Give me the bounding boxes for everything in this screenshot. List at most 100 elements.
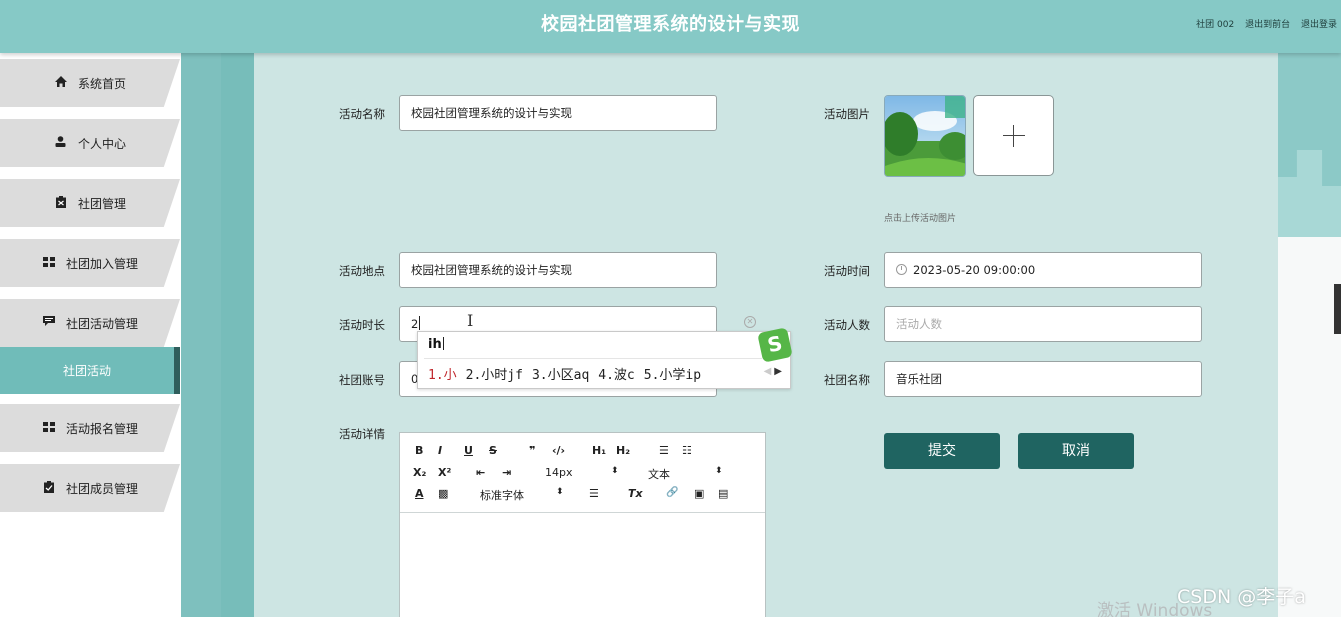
- ime-candidate-popup: ih S 1.小 2.小时jf 3.小区aq 4.波c 5.小学ip ◀ ▶: [417, 327, 793, 389]
- link-icon[interactable]: 🔗: [666, 487, 678, 498]
- sidebar-item-activity-signup-management[interactable]: 活动报名管理: [0, 404, 180, 452]
- heading1-icon[interactable]: H₁: [592, 444, 606, 457]
- activity-image-label: 活动图片: [824, 107, 870, 121]
- activity-place-label: 活动地点: [339, 264, 385, 278]
- clear-format-icon[interactable]: Tx: [628, 487, 643, 500]
- header-links: 社团 002 退出到前台 退出登录: [1188, 17, 1337, 30]
- csdn-watermark: CSDN @李子a: [1177, 586, 1306, 608]
- chevron-updown-icon[interactable]: ⬍: [556, 487, 564, 497]
- editor-toolbar: B I U S ❞ ‹/› H₁ H₂ ☰ ☷ X₂ X² ⇤ ⇥ 14px ⬍…: [400, 433, 765, 513]
- cancel-button[interactable]: 取消: [1018, 433, 1134, 469]
- ime-composition: ih: [428, 337, 444, 352]
- ime-prev-icon: ◀: [763, 366, 772, 377]
- background-color-icon[interactable]: ▩: [438, 487, 448, 500]
- activity-detail-label: 活动详情: [339, 427, 385, 441]
- submit-button[interactable]: 提交: [884, 433, 1000, 469]
- club-name-input[interactable]: 音乐社团: [884, 361, 1202, 397]
- sidebar-item-label: 社团管理: [77, 196, 126, 211]
- sidebar-item-label: 个人中心: [77, 136, 126, 151]
- heading2-icon[interactable]: H₂: [616, 444, 630, 457]
- sogou-logo-icon: S: [757, 327, 793, 363]
- grid-icon: [42, 256, 56, 270]
- clipboard-icon: [54, 195, 68, 211]
- sidebar-item-personal-center[interactable]: 个人中心: [0, 119, 180, 167]
- sidebar-item-label: 活动报名管理: [65, 421, 138, 436]
- ime-candidate[interactable]: 1.小: [428, 368, 457, 383]
- chevron-updown-icon[interactable]: ⬍: [715, 466, 723, 476]
- participant-count-label: 活动人数: [824, 318, 870, 332]
- clipboard-check-icon: [42, 480, 56, 496]
- logout-link[interactable]: 退出登录: [1301, 20, 1337, 30]
- activity-duration-label: 活动时长: [339, 318, 385, 332]
- ime-candidate-list: 1.小 2.小时jf 3.小区aq 4.波c 5.小学ip: [428, 364, 710, 383]
- plus-icon: [1002, 124, 1025, 147]
- decorative-band: [181, 53, 221, 617]
- ime-page-arrows[interactable]: ◀ ▶: [764, 366, 782, 377]
- sidebar-item-label: 社团活动: [62, 364, 111, 378]
- outdent-icon[interactable]: ⇤: [476, 466, 485, 479]
- ordered-list-icon[interactable]: ☰: [659, 444, 669, 457]
- bold-icon[interactable]: B: [415, 444, 423, 457]
- sidebar: 系统首页 个人中心 社团管理 社团加入管理 社团活动管理 社团活动 活动报名管理: [0, 53, 180, 617]
- top-header: 校园社团管理系统的设计与实现 社团 002 退出到前台 退出登录: [0, 0, 1341, 53]
- sidebar-item-club-activity-management[interactable]: 社团活动管理: [0, 299, 180, 347]
- font-size-select[interactable]: 14px: [545, 466, 573, 479]
- sidebar-item-label: 系统首页: [77, 76, 126, 91]
- decorative-band: [221, 53, 254, 617]
- activity-time-value: 2023-05-20 09:00:00: [913, 263, 1036, 277]
- clock-icon: [896, 264, 907, 275]
- sidebar-item-label: 社团成员管理: [65, 481, 138, 496]
- activity-image-thumbnail[interactable]: [884, 95, 966, 177]
- ime-candidate[interactable]: 3.小区aq: [532, 368, 589, 383]
- ime-next-icon: ▶: [774, 366, 782, 377]
- upload-hint-text: 点击上传活动图片: [884, 214, 957, 224]
- activity-name-input[interactable]: 校园社团管理系统的设计与实现: [399, 95, 717, 131]
- current-user: 社团 002: [1196, 20, 1235, 30]
- sidebar-item-home[interactable]: 系统首页: [0, 59, 180, 107]
- superscript-icon[interactable]: X²: [438, 466, 451, 479]
- image-icon[interactable]: ▣: [694, 487, 704, 500]
- text-type-select[interactable]: 文本: [648, 466, 670, 482]
- font-family-select[interactable]: 标准字体: [480, 487, 524, 503]
- rich-text-editor[interactable]: B I U S ❞ ‹/› H₁ H₂ ☰ ☷ X₂ X² ⇤ ⇥ 14px ⬍…: [399, 432, 766, 617]
- scrollbar-thumb[interactable]: [1334, 284, 1341, 334]
- activity-time-picker[interactable]: 2023-05-20 09:00:00: [884, 252, 1202, 288]
- blockquote-icon[interactable]: ❞: [529, 444, 535, 457]
- sidebar-subitem-club-activity[interactable]: 社团活动: [0, 347, 180, 394]
- sidebar-item-label: 社团加入管理: [65, 256, 138, 271]
- image-upload-button[interactable]: [973, 95, 1054, 176]
- text-cursor-icon: I: [467, 311, 474, 330]
- home-icon: [54, 76, 68, 90]
- ime-candidate[interactable]: 5.小学ip: [644, 368, 701, 383]
- clear-icon[interactable]: ✕: [744, 316, 756, 328]
- grid-icon: [42, 421, 56, 435]
- club-name-label: 社团名称: [824, 373, 870, 387]
- strikethrough-icon[interactable]: S: [489, 444, 497, 457]
- text-caret: [419, 316, 421, 330]
- user-icon: [54, 136, 68, 150]
- sidebar-item-club-management[interactable]: 社团管理: [0, 179, 180, 227]
- subscript-icon[interactable]: X₂: [413, 466, 426, 479]
- activity-place-input[interactable]: 校园社团管理系统的设计与实现: [399, 252, 717, 288]
- activity-name-label: 活动名称: [339, 107, 385, 121]
- back-to-frontend-link[interactable]: 退出到前台: [1245, 20, 1290, 30]
- decorative-block: [1278, 237, 1341, 617]
- sidebar-item-label: 社团活动管理: [65, 316, 138, 331]
- code-block-icon[interactable]: ‹/›: [552, 444, 565, 457]
- align-icon[interactable]: ☰: [589, 487, 599, 500]
- chevron-updown-icon[interactable]: ⬍: [611, 466, 619, 476]
- ime-candidate[interactable]: 4.波c: [598, 368, 634, 383]
- video-icon[interactable]: ▤: [718, 487, 728, 500]
- font-color-icon[interactable]: A: [415, 487, 424, 500]
- ime-separator: [424, 358, 762, 359]
- underline-icon[interactable]: U: [464, 444, 473, 457]
- sidebar-item-club-join-management[interactable]: 社团加入管理: [0, 239, 180, 287]
- duration-value: 2: [411, 317, 419, 331]
- bullet-list-icon[interactable]: ☷: [682, 444, 692, 457]
- italic-icon[interactable]: I: [438, 444, 442, 457]
- ime-candidate[interactable]: 2.小时jf: [466, 368, 523, 383]
- indent-icon[interactable]: ⇥: [502, 466, 511, 479]
- sidebar-item-club-member-management[interactable]: 社团成员管理: [0, 464, 180, 512]
- activity-time-label: 活动时间: [824, 264, 870, 278]
- participant-count-input[interactable]: 活动人数: [884, 306, 1202, 342]
